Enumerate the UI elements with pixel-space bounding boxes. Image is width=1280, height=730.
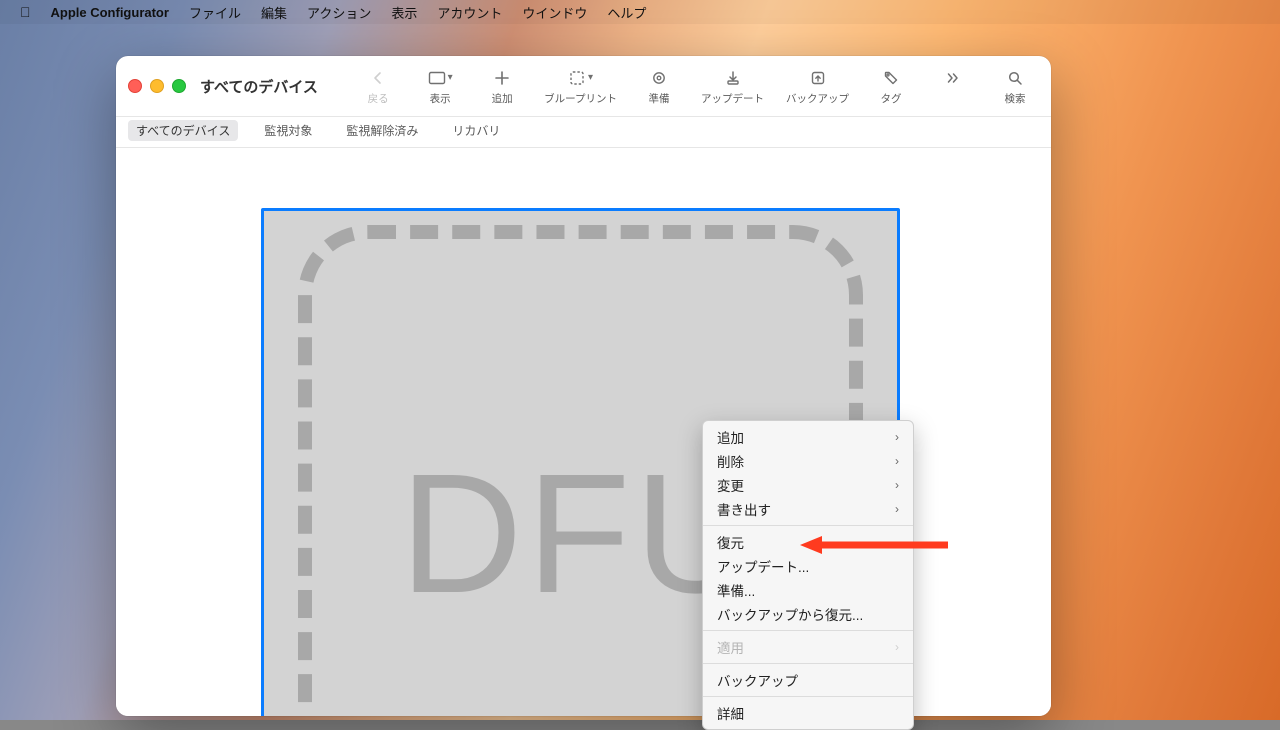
toolbar-search-button[interactable]: 検索 bbox=[995, 67, 1035, 106]
ctx-item-apply: 適用 › bbox=[703, 635, 913, 659]
toolbar-backup-label: バックアップ bbox=[786, 91, 849, 106]
window-minimize-button[interactable] bbox=[150, 79, 164, 93]
ctx-item-prepare[interactable]: 準備... bbox=[703, 578, 913, 602]
menu-separator bbox=[703, 630, 913, 631]
filter-bar: すべてのデバイス 監視対象 監視解除済み リカバリ bbox=[116, 117, 1051, 148]
apple-menu-icon[interactable]:  bbox=[20, 5, 31, 19]
toolbar-tag-label: タグ bbox=[881, 91, 902, 106]
toolbar-view-label: 表示 bbox=[430, 91, 451, 106]
ctx-item-details[interactable]: 詳細 bbox=[703, 701, 913, 725]
chevron-down-icon: ▾ bbox=[448, 72, 453, 83]
blueprint-icon: ▾ bbox=[568, 67, 593, 89]
menubar-item-help[interactable]: ヘルプ bbox=[607, 3, 646, 22]
menu-separator bbox=[703, 663, 913, 664]
chevron-right-icon: › bbox=[895, 502, 899, 516]
filter-recovery[interactable]: リカバリ bbox=[444, 120, 508, 141]
toolbar-blueprint-label: ブループリント bbox=[544, 91, 617, 106]
chevron-double-right-icon bbox=[945, 67, 961, 89]
ctx-item-remove[interactable]: 削除 › bbox=[703, 449, 913, 473]
ctx-item-apply-label: 適用 bbox=[717, 637, 744, 657]
menu-separator bbox=[703, 525, 913, 526]
toolbar-update-button[interactable]: アップデート bbox=[701, 67, 764, 106]
ctx-item-add-label: 追加 bbox=[717, 427, 744, 447]
ctx-item-modify-label: 変更 bbox=[717, 475, 744, 495]
menu-separator bbox=[703, 696, 913, 697]
ctx-item-modify[interactable]: 変更 › bbox=[703, 473, 913, 497]
toolbar-add-button[interactable]: 追加 bbox=[482, 67, 522, 106]
toolbar-add-label: 追加 bbox=[492, 91, 513, 106]
menubar-item-window[interactable]: ウインドウ bbox=[522, 3, 587, 22]
toolbar-tag-button[interactable]: タグ bbox=[871, 67, 911, 106]
system-menubar:  Apple Configurator ファイル 編集 アクション 表示 アカ… bbox=[0, 0, 1280, 24]
ctx-item-backup[interactable]: バックアップ bbox=[703, 668, 913, 692]
ctx-item-remove-label: 削除 bbox=[717, 451, 744, 471]
menubar-item-view[interactable]: 表示 bbox=[391, 3, 417, 22]
toolbar-overflow-button[interactable] bbox=[933, 67, 973, 91]
toolbar-back-button[interactable]: 戻る bbox=[358, 67, 398, 106]
ctx-item-restore-from-backup[interactable]: バックアップから復元... bbox=[703, 602, 913, 626]
window-toolbar: すべてのデバイス 戻る ▾ 表示 bbox=[116, 56, 1051, 117]
toolbar-update-label: アップデート bbox=[701, 91, 764, 106]
ctx-item-update[interactable]: アップデート... bbox=[703, 554, 913, 578]
ctx-item-prepare-label: 準備... bbox=[717, 580, 755, 600]
menubar-item-action[interactable]: アクション bbox=[307, 3, 371, 22]
ctx-item-restore-from-backup-label: バックアップから復元... bbox=[717, 604, 863, 624]
ctx-item-restore[interactable]: 復元 bbox=[703, 530, 913, 554]
chevron-right-icon: › bbox=[895, 430, 899, 444]
ctx-item-details-label: 詳細 bbox=[717, 703, 744, 723]
download-icon bbox=[725, 67, 741, 89]
toolbar-prepare-label: 準備 bbox=[649, 91, 670, 106]
device-context-menu: 追加 › 削除 › 変更 › 書き出す › 復元 アップデート... 準備...… bbox=[702, 420, 914, 730]
toolbar-view-button[interactable]: ▾ 表示 bbox=[420, 67, 460, 106]
chevron-right-icon: › bbox=[895, 454, 899, 468]
backup-icon bbox=[810, 67, 826, 89]
window-traffic-lights bbox=[128, 79, 186, 93]
menubar-item-account[interactable]: アカウント bbox=[437, 3, 502, 22]
ctx-item-update-label: アップデート... bbox=[717, 556, 809, 576]
menubar-item-edit[interactable]: 編集 bbox=[261, 3, 287, 22]
view-picker-icon: ▾ bbox=[428, 67, 453, 89]
ctx-item-backup-label: バックアップ bbox=[717, 670, 798, 690]
toolbar-backup-button[interactable]: バックアップ bbox=[786, 67, 849, 106]
chevron-down-icon: ▾ bbox=[588, 72, 593, 83]
window-close-button[interactable] bbox=[128, 79, 142, 93]
gear-icon bbox=[651, 67, 667, 89]
chevron-right-icon: › bbox=[895, 640, 899, 654]
tag-icon bbox=[883, 67, 899, 89]
toolbar-search-label: 検索 bbox=[1005, 91, 1026, 106]
window-title: すべてのデバイス bbox=[200, 76, 318, 97]
toolbar-back-label: 戻る bbox=[368, 91, 389, 106]
toolbar-prepare-button[interactable]: 準備 bbox=[639, 67, 679, 106]
filter-supervised[interactable]: 監視対象 bbox=[256, 120, 320, 141]
ctx-item-restore-label: 復元 bbox=[717, 532, 744, 552]
toolbar-buttons: 戻る ▾ 表示 追加 bbox=[358, 67, 1039, 106]
chevron-left-icon bbox=[370, 67, 386, 89]
ctx-item-export-label: 書き出す bbox=[717, 499, 771, 519]
plus-icon bbox=[494, 67, 510, 89]
search-icon bbox=[1007, 67, 1023, 89]
toolbar-blueprint-button[interactable]: ▾ ブループリント bbox=[544, 67, 617, 106]
menubar-app-name[interactable]: Apple Configurator bbox=[51, 5, 169, 20]
ctx-item-add[interactable]: 追加 › bbox=[703, 425, 913, 449]
window-zoom-button[interactable] bbox=[172, 79, 186, 93]
filter-all-devices[interactable]: すべてのデバイス bbox=[128, 120, 238, 141]
chevron-right-icon: › bbox=[895, 478, 899, 492]
desktop-background:  Apple Configurator ファイル 編集 アクション 表示 アカ… bbox=[0, 0, 1280, 720]
ctx-item-export[interactable]: 書き出す › bbox=[703, 497, 913, 521]
menubar-item-file[interactable]: ファイル bbox=[189, 3, 241, 22]
filter-unsupervised[interactable]: 監視解除済み bbox=[338, 120, 426, 141]
